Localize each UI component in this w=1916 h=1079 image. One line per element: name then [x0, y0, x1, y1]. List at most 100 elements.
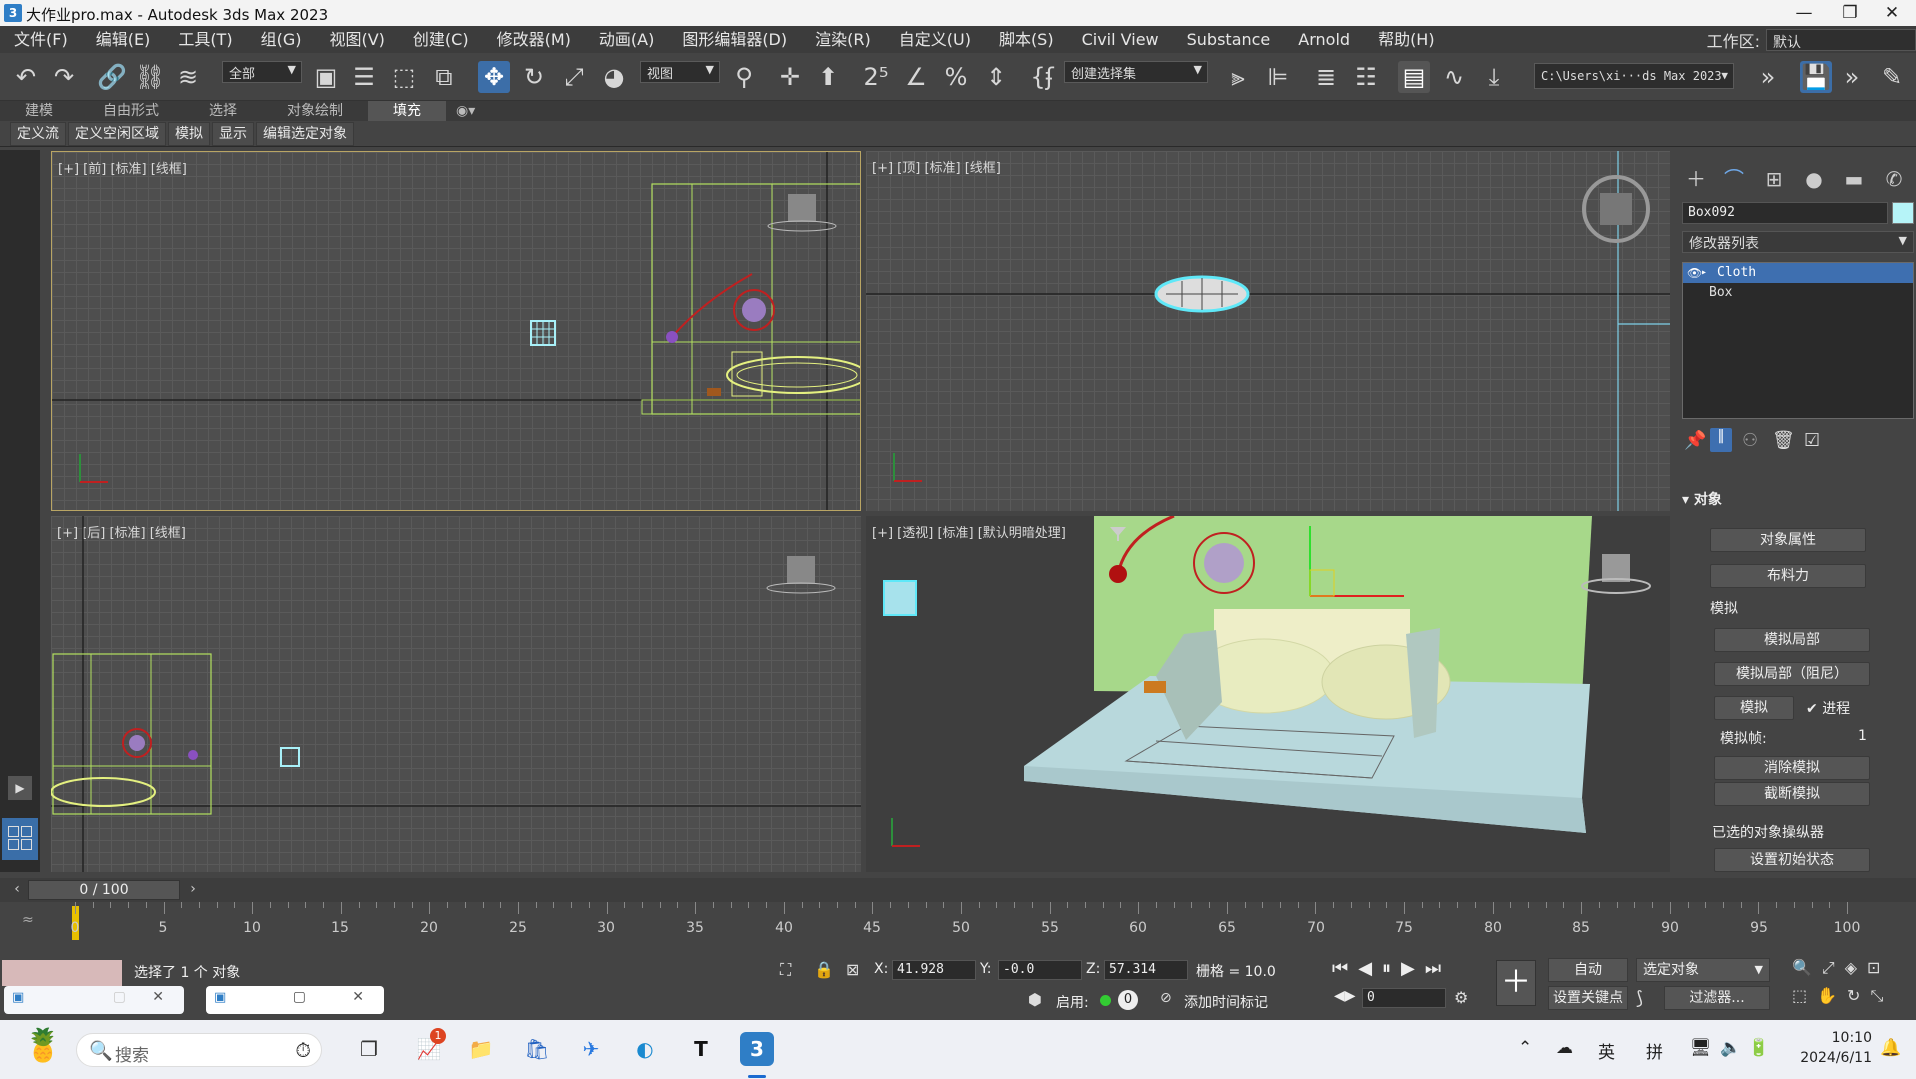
- typora-icon[interactable]: T: [684, 1032, 718, 1066]
- current-frame-field[interactable]: 0: [1362, 988, 1446, 1008]
- menu-civil-view[interactable]: Civil View: [1068, 26, 1173, 53]
- expand-arrow-icon[interactable]: ▸: [1701, 263, 1707, 283]
- pivot-center-icon[interactable]: ⚲: [728, 61, 760, 93]
- menu-rendering[interactable]: 渲染(R): [801, 26, 885, 53]
- menu-scripting[interactable]: 脚本(S): [985, 26, 1068, 53]
- toolbar-more-icon[interactable]: »: [1836, 61, 1868, 93]
- menu-file[interactable]: 文件(F): [0, 26, 82, 53]
- menu-create[interactable]: 创建(C): [399, 26, 483, 53]
- volume-icon[interactable]: 🔈: [1720, 1038, 1741, 1058]
- menu-group[interactable]: 组(G): [247, 26, 316, 53]
- named-selection-set-dropdown[interactable]: 创建选择集 ▼: [1064, 61, 1208, 83]
- x-coord-field[interactable]: 41.928: [892, 960, 976, 980]
- menu-edit[interactable]: 编辑(E): [82, 26, 165, 53]
- toolbar-overflow-icon[interactable]: »: [1752, 61, 1784, 93]
- 3dsmax-taskbar-icon[interactable]: 3: [740, 1032, 774, 1066]
- close-icon[interactable]: ✕: [352, 989, 364, 1005]
- selection-filter-dropdown[interactable]: 全部 ▼: [222, 61, 302, 83]
- notification-bell-icon[interactable]: 🔔: [1880, 1038, 1901, 1058]
- progress-checkbox[interactable]: ✔ 进程: [1806, 698, 1850, 718]
- show-end-result-icon[interactable]: ‖: [1710, 428, 1732, 452]
- viewport-filter-icon[interactable]: [1108, 524, 1128, 544]
- set-initial-state-button[interactable]: 设置初始状态: [1714, 848, 1870, 872]
- stack-item-box[interactable]: Box: [1683, 283, 1913, 303]
- window-preview-2[interactable]: ▣ ▢ ✕: [206, 986, 384, 1014]
- auto-key-button[interactable]: 自动: [1548, 958, 1628, 982]
- spinner-snap-icon[interactable]: ⇕: [980, 61, 1012, 93]
- truncate-simulation-button[interactable]: 截断模拟: [1714, 782, 1870, 806]
- select-by-name-icon[interactable]: ☰: [348, 61, 380, 93]
- window-preview-1[interactable]: ▣ ▢ ✕: [4, 986, 184, 1014]
- simulate-cloth-button[interactable]: 模拟: [1714, 696, 1794, 720]
- link-icon[interactable]: 🔗: [96, 61, 128, 93]
- display-button[interactable]: 显示: [212, 121, 254, 146]
- align-icon[interactable]: ⊫: [1262, 61, 1294, 93]
- edge-icon[interactable]: ◐: [628, 1032, 662, 1066]
- isolate-selection-icon[interactable]: ⛶: [780, 960, 791, 980]
- stack-item-cloth[interactable]: 👁 ▸ Cloth: [1683, 263, 1913, 283]
- viewport-back[interactable]: [+] [后] [标准] [线框]: [51, 516, 861, 872]
- widgets-icon[interactable]: 🍍: [20, 1028, 66, 1074]
- tab-freeform[interactable]: 自由形式: [78, 101, 184, 121]
- tab-selection[interactable]: 选择: [184, 101, 262, 121]
- maxscript-listener[interactable]: [2, 960, 122, 986]
- rotate-icon[interactable]: ↻: [518, 61, 550, 93]
- set-key-big-button[interactable]: ＋: [1496, 960, 1536, 1006]
- edit-named-sets-icon[interactable]: {ʄ: [1026, 61, 1058, 93]
- filters-button[interactable]: 过滤器...: [1664, 986, 1770, 1010]
- display-tab-icon[interactable]: ▬: [1840, 165, 1868, 193]
- viewport-layout-icon[interactable]: [2, 818, 38, 860]
- mirror-icon[interactable]: ⫸: [1222, 61, 1254, 93]
- menu-views[interactable]: 视图(V): [315, 26, 398, 53]
- cloth-forces-button[interactable]: 布料力: [1710, 564, 1866, 588]
- move-icon[interactable]: ✥: [478, 61, 510, 93]
- nav-controls-top[interactable]: 🔍⤢◈⊡: [1792, 958, 1890, 978]
- simulate-local-damped-button[interactable]: 模拟局部（阻尼）: [1714, 662, 1870, 686]
- close-icon[interactable]: ✕: [152, 989, 164, 1005]
- ime-mode[interactable]: 拼: [1646, 1038, 1663, 1063]
- maximize-icon[interactable]: ▢: [293, 989, 306, 1005]
- edit-selected-button[interactable]: 编辑选定对象: [256, 121, 354, 146]
- battery-icon[interactable]: 🔋: [1748, 1038, 1769, 1058]
- object-name-field[interactable]: Box092: [1682, 202, 1888, 224]
- menu-substance[interactable]: Substance: [1173, 26, 1285, 53]
- menu-arnold[interactable]: Arnold: [1284, 26, 1364, 53]
- prev-frame-icon[interactable]: ‹: [8, 881, 26, 899]
- define-idle-areas-button[interactable]: 定义空闲区域: [68, 121, 166, 146]
- task-view-icon[interactable]: ❐: [352, 1032, 386, 1066]
- key-mode-icon[interactable]: ◀▶: [1334, 988, 1356, 1004]
- next-frame-icon[interactable]: ›: [184, 881, 202, 899]
- scale-icon[interactable]: ⤢: [558, 61, 590, 93]
- time-config-icon[interactable]: ⚙: [1454, 988, 1468, 1007]
- menu-animation[interactable]: 动画(A): [585, 26, 668, 53]
- pin-stack-icon[interactable]: 📌: [1684, 430, 1706, 451]
- viewport-top[interactable]: [+] [顶] [标准] [线框]: [866, 151, 1670, 511]
- frame-display[interactable]: 0 / 100: [28, 880, 180, 900]
- clock-time[interactable]: 10:10: [1808, 1030, 1872, 1046]
- network-icon[interactable]: 🖥: [1690, 1038, 1712, 1058]
- save-file-icon[interactable]: 💾: [1800, 61, 1832, 93]
- create-tab-icon[interactable]: ＋: [1682, 165, 1710, 193]
- set-key-button[interactable]: 设置关键点: [1548, 986, 1628, 1010]
- taskbar-search[interactable]: 🔍 搜索 ⏱: [76, 1033, 322, 1067]
- maximize-icon[interactable]: ▢: [113, 989, 126, 1005]
- tab-modeling[interactable]: 建模: [0, 101, 78, 121]
- make-unique-icon[interactable]: ⚇: [1742, 430, 1758, 451]
- remove-modifier-icon[interactable]: 🗑: [1772, 430, 1795, 451]
- select-manipulate-icon[interactable]: ✛: [774, 61, 806, 93]
- menu-help[interactable]: 帮助(H): [1364, 26, 1449, 53]
- minimize-button[interactable]: —: [1784, 2, 1824, 24]
- key-tangent-icon[interactable]: ⟆: [1636, 988, 1643, 1009]
- absolute-mode-icon[interactable]: ⊠: [846, 960, 859, 979]
- clock-date[interactable]: 2024/6/11: [1790, 1050, 1872, 1066]
- maximize-button[interactable]: ❐: [1830, 2, 1870, 24]
- viewport-front[interactable]: [+] [前] [标准] [线框]: [51, 151, 861, 511]
- adaptive-degradation-icon[interactable]: ⬢: [1028, 990, 1042, 1009]
- key-filter-dropdown[interactable]: 选定对象 ▼: [1636, 958, 1770, 982]
- curve-editor-icon[interactable]: ∿: [1438, 61, 1470, 93]
- y-coord-field[interactable]: -0.0: [998, 960, 1082, 980]
- lock-icon[interactable]: 🔒: [814, 960, 834, 979]
- place-icon[interactable]: ◕: [598, 61, 630, 93]
- nav-controls-bottom[interactable]: ⬚✋↻⤡: [1792, 986, 1893, 1006]
- workspace-dropdown[interactable]: 默认: [1766, 28, 1916, 51]
